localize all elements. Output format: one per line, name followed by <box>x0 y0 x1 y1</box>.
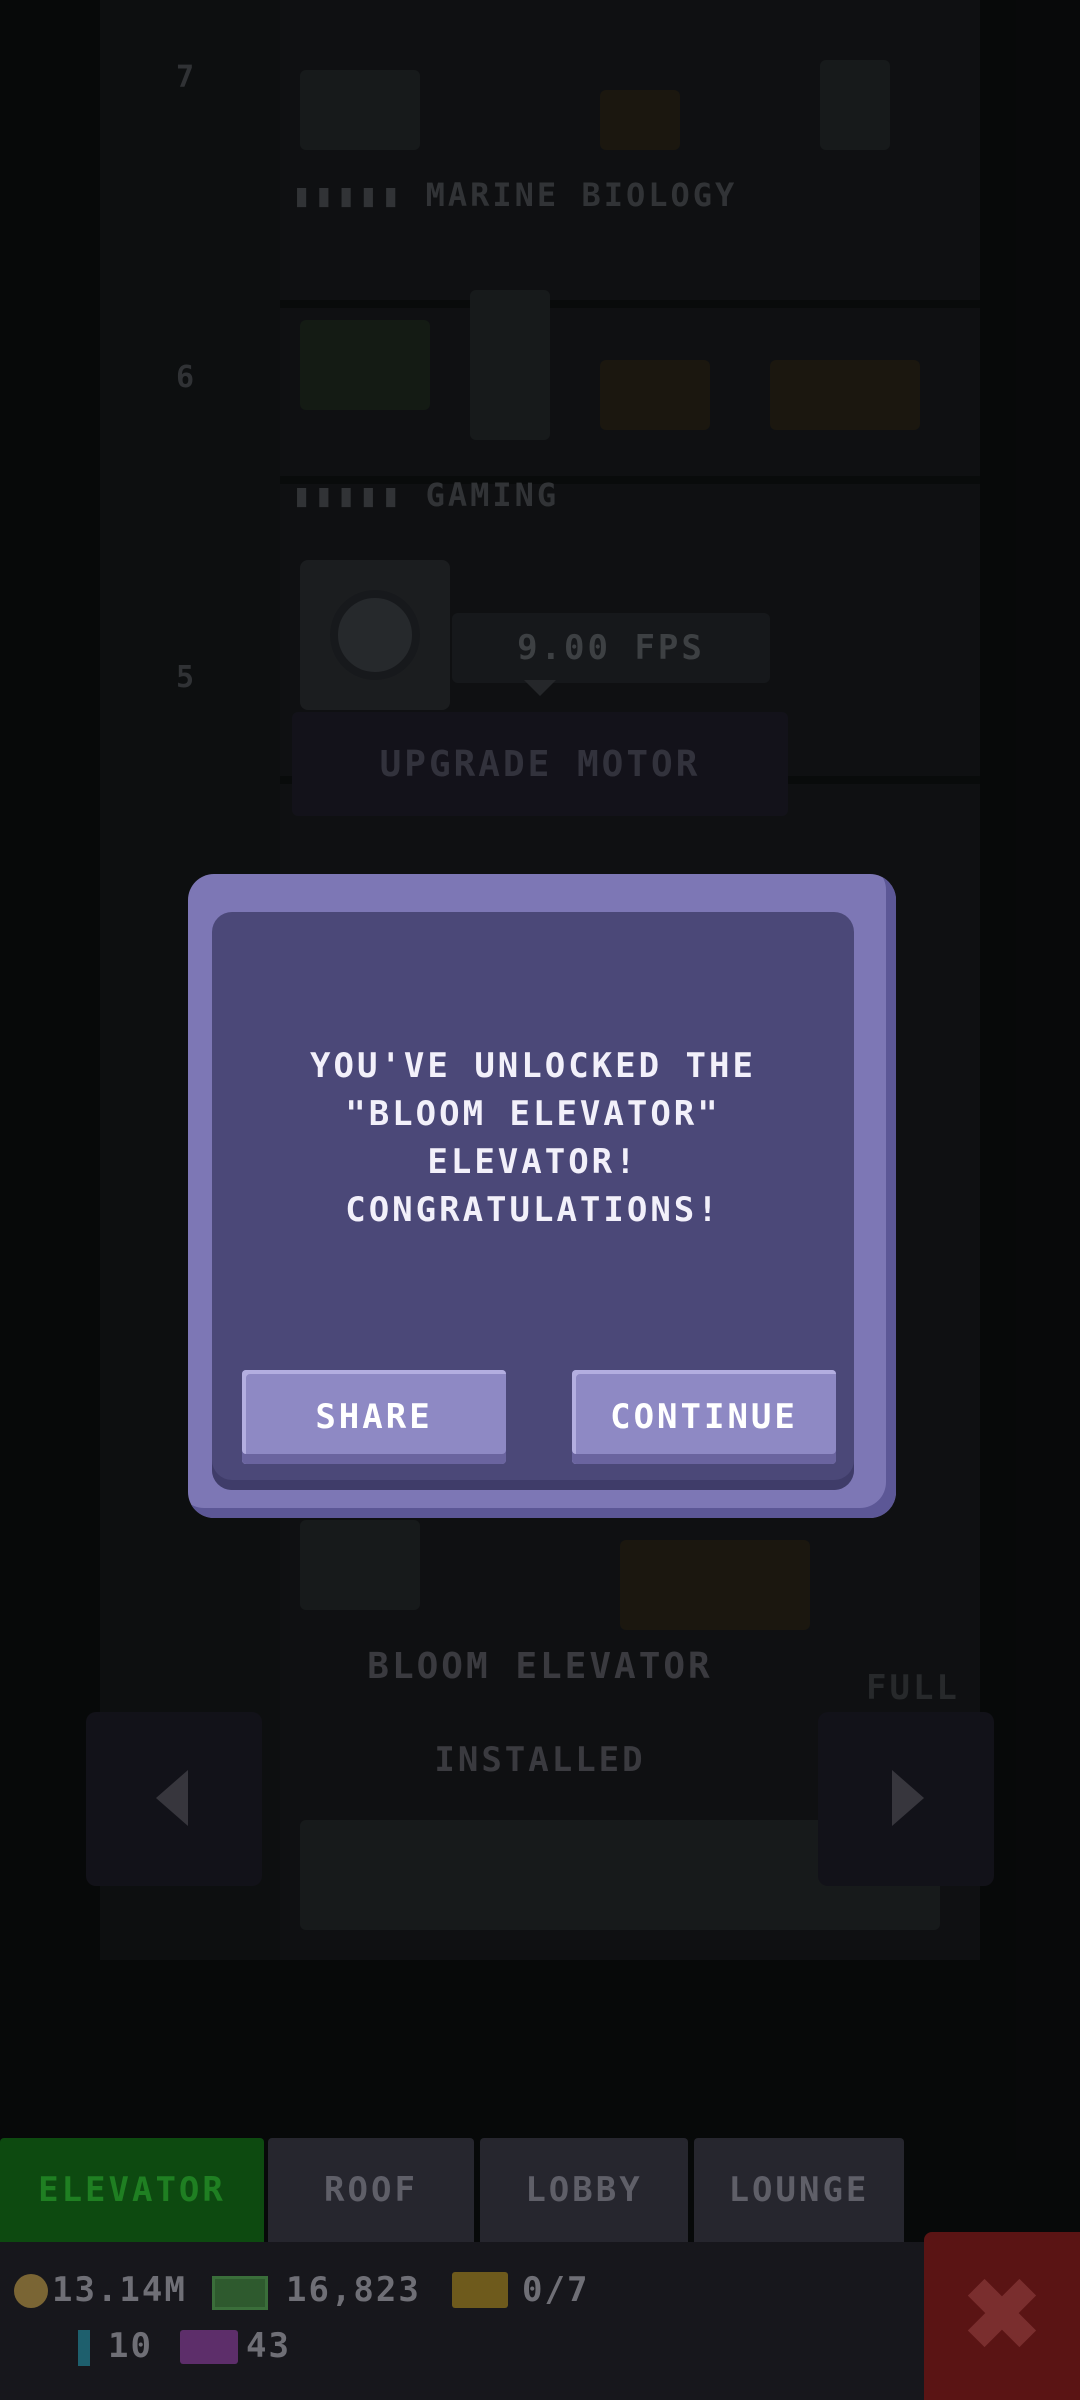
continue-button[interactable]: CONTINUE <box>572 1370 836 1464</box>
cash-value: 16,823 <box>286 2270 421 2310</box>
tab-roof[interactable]: ROOF <box>268 2138 474 2242</box>
ticket-icon <box>452 2272 508 2308</box>
bars-value: 10 <box>108 2326 153 2366</box>
unlock-message-line: "BLOOM ELEVATOR" <box>345 1094 721 1134</box>
close-button[interactable]: ✖ <box>924 2232 1080 2400</box>
tickets-value: 0/7 <box>522 2270 590 2310</box>
tower-bux-icon <box>180 2330 238 2364</box>
tower-bux-value: 43 <box>246 2326 291 2366</box>
coins-value: 13.14M <box>52 2270 187 2310</box>
unlock-message-line: YOU'VE UNLOCKED THE <box>310 1046 756 1086</box>
bar-icon <box>78 2330 90 2366</box>
share-button[interactable]: SHARE <box>242 1370 506 1464</box>
unlock-message: YOU'VE UNLOCKED THE "BLOOM ELEVATOR" ELE… <box>232 1042 834 1234</box>
coin-icon <box>14 2274 48 2308</box>
unlock-message-line: CONGRATULATIONS! <box>345 1190 721 1230</box>
tab-lounge[interactable]: LOUNGE <box>694 2138 904 2242</box>
close-icon: ✖ <box>961 2262 1043 2369</box>
tab-lobby[interactable]: LOBBY <box>480 2138 688 2242</box>
resource-bar <box>0 2242 1080 2400</box>
unlock-message-line: ELEVATOR! <box>427 1142 639 1182</box>
cash-icon <box>212 2276 268 2310</box>
tab-elevator[interactable]: ELEVATOR <box>0 2138 264 2242</box>
